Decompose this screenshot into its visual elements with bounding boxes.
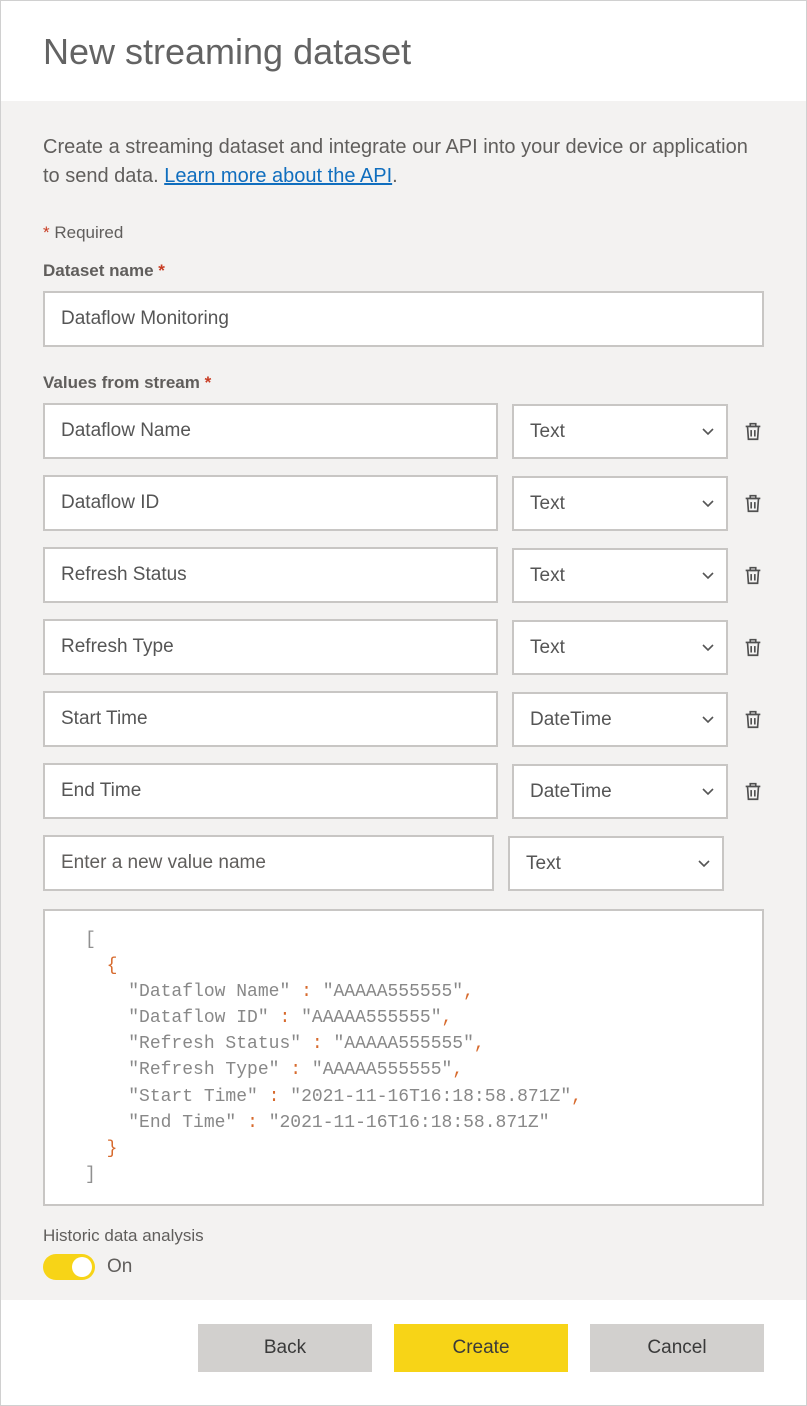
json-preview: [ { "Dataflow Name" : "AAAAA555555", "Da… bbox=[43, 909, 764, 1206]
type-select-wrap: TextNumberDateTime bbox=[512, 620, 728, 675]
value-name-input[interactable] bbox=[43, 403, 498, 459]
dialog-footer: Back Create Cancel bbox=[1, 1300, 806, 1400]
values-from-stream-label: Values from stream * bbox=[43, 373, 764, 393]
type-select[interactable]: TextNumberDateTime bbox=[512, 476, 728, 531]
dialog-header: New streaming dataset bbox=[1, 1, 806, 101]
asterisk-icon: * bbox=[205, 373, 212, 392]
required-note: * Required bbox=[43, 223, 764, 243]
historic-toggle[interactable] bbox=[43, 1254, 95, 1280]
trash-icon[interactable] bbox=[742, 562, 764, 588]
dialog-title: New streaming dataset bbox=[43, 31, 764, 73]
back-button[interactable]: Back bbox=[198, 1324, 372, 1372]
dataset-name-input[interactable] bbox=[43, 291, 764, 347]
value-name-input[interactable] bbox=[43, 763, 498, 819]
value-row: TextNumberDateTime bbox=[43, 475, 764, 531]
type-select[interactable]: TextNumberDateTime bbox=[512, 620, 728, 675]
new-value-name-input[interactable] bbox=[43, 835, 494, 891]
value-row: TextNumberDateTime bbox=[43, 619, 764, 675]
intro-suffix: . bbox=[392, 165, 398, 187]
type-select-wrap: TextNumberDateTime bbox=[512, 548, 728, 603]
historic-toggle-state: On bbox=[107, 1256, 132, 1278]
cancel-button[interactable]: Cancel bbox=[590, 1324, 764, 1372]
create-button[interactable]: Create bbox=[394, 1324, 568, 1372]
intro-text: Create a streaming dataset and integrate… bbox=[43, 133, 764, 191]
asterisk-icon: * bbox=[158, 261, 165, 280]
value-name-input[interactable] bbox=[43, 619, 498, 675]
asterisk-icon: * bbox=[43, 223, 50, 242]
value-name-input[interactable] bbox=[43, 691, 498, 747]
value-row: TextNumberDateTime bbox=[43, 763, 764, 819]
historic-toggle-row: On bbox=[43, 1254, 764, 1280]
trash-icon[interactable] bbox=[742, 490, 764, 516]
value-row: TextNumberDateTime bbox=[43, 547, 764, 603]
type-select[interactable]: TextNumberDateTime bbox=[512, 404, 728, 459]
trash-icon[interactable] bbox=[742, 634, 764, 660]
learn-more-link[interactable]: Learn more about the API bbox=[164, 165, 392, 187]
required-note-text: Required bbox=[50, 223, 124, 242]
type-select-wrap: TextNumberDateTime bbox=[512, 404, 728, 459]
dataset-name-label-text: Dataset name bbox=[43, 261, 158, 280]
type-select[interactable]: TextNumberDateTime bbox=[508, 836, 724, 891]
value-row: TextNumberDateTime bbox=[43, 691, 764, 747]
type-select[interactable]: TextNumberDateTime bbox=[512, 548, 728, 603]
historic-analysis-label: Historic data analysis bbox=[43, 1226, 764, 1246]
type-select-wrap: TextNumberDateTime bbox=[508, 836, 724, 891]
trash-icon[interactable] bbox=[742, 706, 764, 732]
type-select-wrap: TextNumberDateTime bbox=[512, 692, 728, 747]
new-value-row: TextNumberDateTime bbox=[43, 835, 764, 891]
dataset-name-group: Dataset name * bbox=[43, 261, 764, 347]
values-rows: TextNumberDateTime TextNumberDateTime Text… bbox=[43, 403, 764, 891]
type-select[interactable]: TextNumberDateTime bbox=[512, 692, 728, 747]
value-name-input[interactable] bbox=[43, 475, 498, 531]
dialog-body: Create a streaming dataset and integrate… bbox=[1, 101, 806, 1300]
type-select-wrap: TextNumberDateTime bbox=[512, 764, 728, 819]
type-select-wrap: TextNumberDateTime bbox=[512, 476, 728, 531]
value-row: TextNumberDateTime bbox=[43, 403, 764, 459]
values-label-text: Values from stream bbox=[43, 373, 205, 392]
trash-icon[interactable] bbox=[742, 418, 764, 444]
dataset-name-label: Dataset name * bbox=[43, 261, 764, 281]
value-name-input[interactable] bbox=[43, 547, 498, 603]
type-select[interactable]: TextNumberDateTime bbox=[512, 764, 728, 819]
trash-icon[interactable] bbox=[742, 778, 764, 804]
